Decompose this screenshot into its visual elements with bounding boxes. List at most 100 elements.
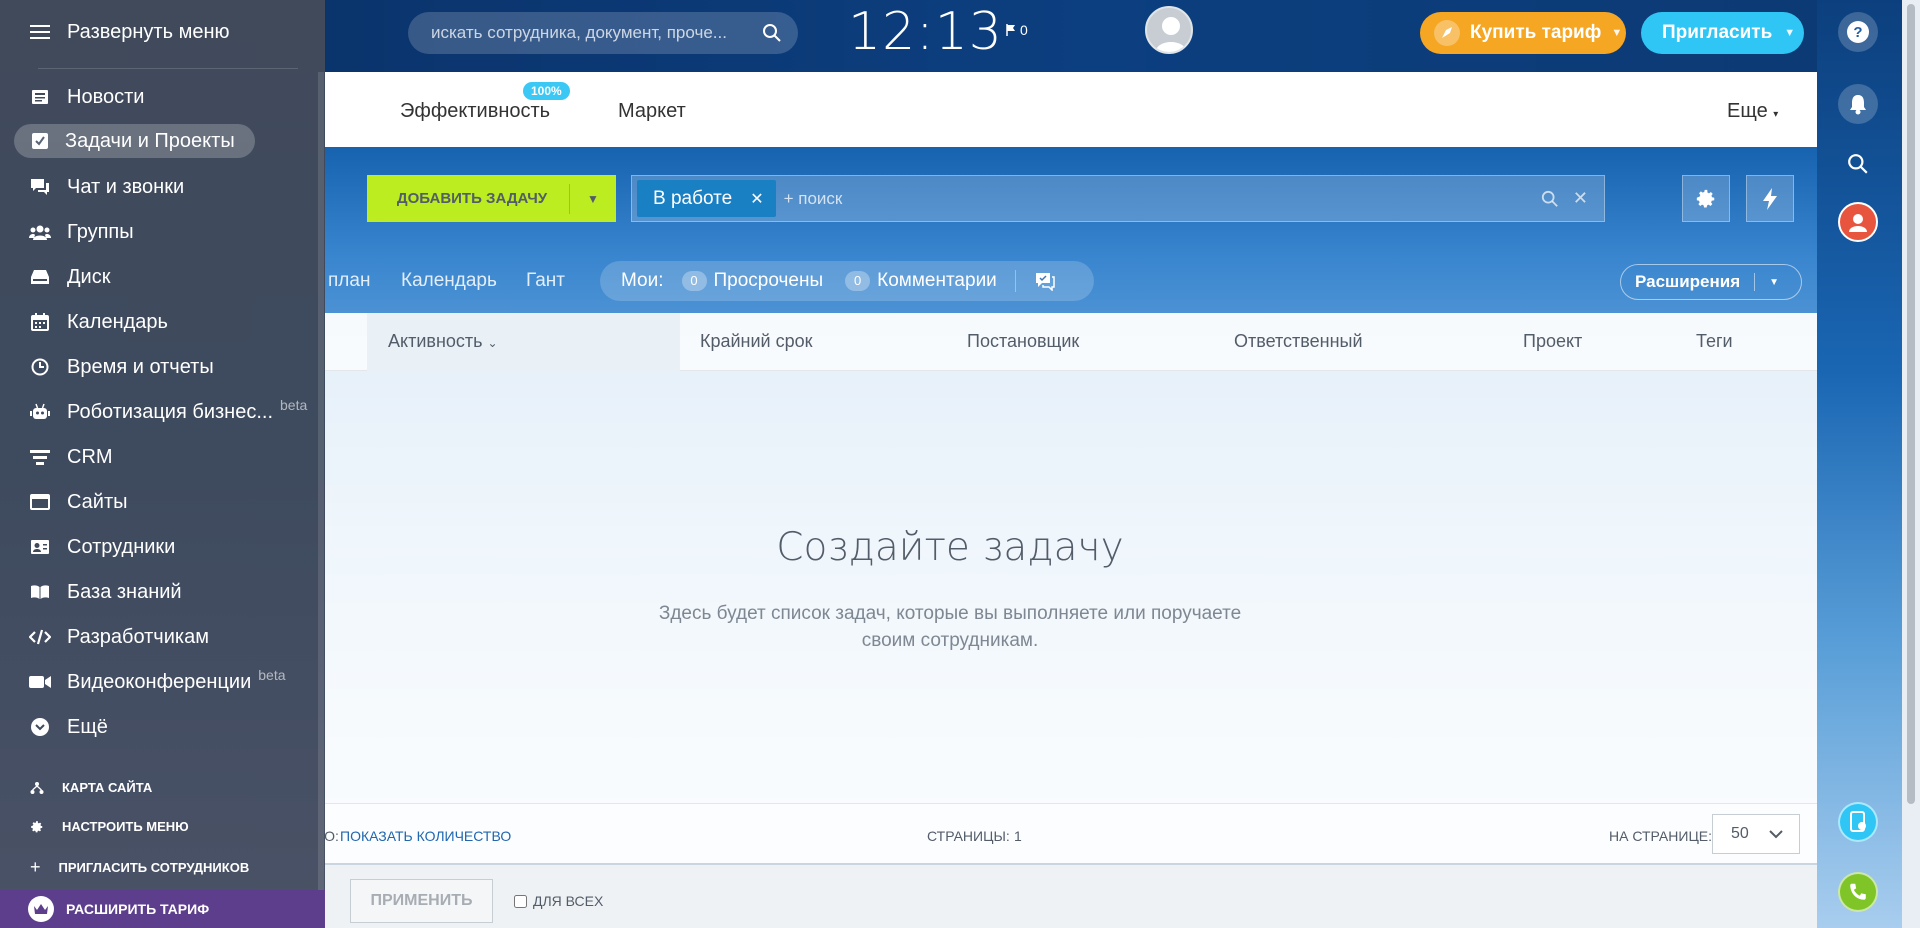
clear-icon[interactable]: ✕ <box>1573 188 1588 209</box>
sidebar-item-chat[interactable]: Чат и звонки <box>0 170 325 204</box>
tab-efficiency[interactable]: Эффективность <box>400 100 550 123</box>
help-button[interactable]: ? <box>1838 12 1878 52</box>
menu-scrollbar[interactable] <box>318 72 324 917</box>
sidebar-item-label: Время и отчеты <box>67 355 214 378</box>
tab-market[interactable]: Маркет <box>618 100 686 123</box>
page-scrollbar[interactable] <box>1902 0 1920 928</box>
sidebar-item-more[interactable]: Ещё <box>0 710 325 744</box>
sidebar-item-clock[interactable]: Время и отчеты <box>0 350 325 384</box>
extensions-button[interactable]: Расширения ▼ <box>1620 264 1802 300</box>
sidebar-item-label: Чат и звонки <box>67 175 185 198</box>
sidebar-item-calendar[interactable]: Календарь <box>0 305 325 339</box>
efficiency-badge: 100% <box>523 82 570 100</box>
for-all-label: ДЛЯ ВСЕХ <box>533 893 604 909</box>
calendar-icon <box>29 311 51 333</box>
view-gantt[interactable]: Гант <box>526 270 565 292</box>
sidebar-item-news[interactable]: Новости <box>0 80 325 114</box>
sidebar-item-video[interactable]: Видеоконференции beta <box>0 665 325 699</box>
invite-label: Пригласить <box>1662 22 1773 43</box>
settings-button[interactable] <box>1682 175 1730 222</box>
overdue-label: Просрочены <box>713 270 824 291</box>
for-all-checkbox-label[interactable]: ДЛЯ ВСЕХ <box>514 893 603 909</box>
comments-counter[interactable]: 0 Комментарии <box>845 270 997 292</box>
buy-tariff-label: Купить тариф <box>1470 22 1602 43</box>
menu-toggle[interactable]: Развернуть меню <box>0 15 325 49</box>
search-icon[interactable] <box>762 23 782 43</box>
sidebar-item-crm[interactable]: CRM <box>0 440 325 474</box>
sitemap-link[interactable]: КАРТА САЙТА <box>30 780 152 795</box>
quick-action-button[interactable] <box>1746 175 1794 222</box>
beta-badge: beta <box>258 667 286 683</box>
user-avatar[interactable] <box>1145 6 1193 54</box>
buy-tariff-button[interactable]: Купить тариф ▼ <box>1420 12 1626 54</box>
filter-search-input[interactable] <box>775 188 1541 209</box>
apply-button[interactable]: ПРИМЕНИТЬ <box>350 879 493 923</box>
column-responsible[interactable]: Ответственный <box>1234 331 1363 352</box>
lightning-icon <box>1761 187 1779 210</box>
left-menu: Развернуть меню Новости Задачи и Проекты Ч… <box>0 0 325 928</box>
call-button[interactable] <box>1838 872 1878 912</box>
sidebar-item-code[interactable]: Разработчикам <box>0 620 325 654</box>
employees-icon <box>29 536 51 558</box>
invite-button[interactable]: Пригласить ▼ <box>1641 12 1804 54</box>
sidebar-item-label: Роботизация бизнес... <box>67 400 273 423</box>
configure-menu-label: НАСТРОИТЬ МЕНЮ <box>62 819 189 834</box>
device-icon <box>1848 811 1868 833</box>
global-search-input[interactable] <box>431 23 762 43</box>
for-all-checkbox[interactable] <box>514 894 527 908</box>
filter-chip[interactable]: В работе ✕ <box>637 180 776 217</box>
column-creator[interactable]: Постановщик <box>967 331 1079 352</box>
disk-icon <box>29 266 51 288</box>
sidebar-item-disk[interactable]: Диск <box>0 260 325 294</box>
help-icon: ? <box>1847 21 1869 43</box>
column-tags[interactable]: Теги <box>1696 331 1733 352</box>
hamburger-icon <box>29 21 51 43</box>
upgrade-tariff-label: РАСШИРИТЬ ТАРИФ <box>66 901 210 917</box>
upgrade-tariff-button[interactable]: РАСШИРИТЬ ТАРИФ <box>0 890 325 928</box>
more-icon <box>29 716 51 738</box>
pages-value[interactable]: 1 <box>1014 828 1022 844</box>
notifications-button[interactable] <box>1838 84 1878 124</box>
column-deadline[interactable]: Крайний срок <box>700 331 813 352</box>
global-search[interactable] <box>408 12 798 54</box>
flag-counter[interactable]: 0 <box>1006 22 1028 38</box>
sidebar-item-label: Разработчикам <box>67 625 209 648</box>
sidebar-item-knowledge[interactable]: База знаний <box>0 575 325 609</box>
chevron-down-icon[interactable]: ▼ <box>570 192 616 206</box>
sidebar-item-label: Сайты <box>67 490 128 513</box>
sidebar-item-tasks[interactable]: Задачи и Проекты <box>0 124 325 158</box>
scrollbar-thumb[interactable] <box>1907 4 1915 804</box>
clock-icon <box>29 356 51 378</box>
show-count-link[interactable]: ПОКАЗАТЬ КОЛИЧЕСТВО <box>340 828 511 844</box>
rocket-icon <box>1434 20 1460 46</box>
mine-label: Мои: <box>621 270 664 291</box>
gear-icon <box>1695 188 1717 210</box>
sidebar-item-sites[interactable]: Сайты <box>0 485 325 519</box>
tab-more[interactable]: Еще ▾ <box>1727 100 1778 123</box>
view-calendar[interactable]: Календарь <box>401 270 497 292</box>
gear-icon <box>30 820 44 834</box>
search-button[interactable] <box>1838 144 1878 184</box>
chat-read-icon[interactable] <box>1034 271 1056 291</box>
empty-state-text: Здесь будет список задач, которые вы вып… <box>658 603 1242 651</box>
chevron-down-icon: ▼ <box>1784 27 1796 39</box>
per-page-label: НА СТРАНИЦЕ: <box>1609 828 1713 844</box>
column-activity[interactable]: Активность ⌄ <box>388 331 498 352</box>
close-icon[interactable]: ✕ <box>750 189 763 209</box>
add-task-button[interactable]: ДОБАВИТЬ ЗАДАЧУ ▼ <box>367 175 616 222</box>
invite-employees-link[interactable]: + ПРИГЛАСИТЬ СОТРУДНИКОВ <box>30 857 249 878</box>
sidebar-item-groups[interactable]: Группы <box>0 215 325 249</box>
search-icon[interactable] <box>1541 190 1559 208</box>
per-page-select[interactable]: 50 <box>1712 814 1800 854</box>
sidebar-item-robot[interactable]: Роботизация бизнес... beta <box>0 395 325 429</box>
column-project[interactable]: Проект <box>1523 331 1582 352</box>
overdue-counter[interactable]: 0 Просрочены <box>681 270 824 292</box>
open-lines-button[interactable] <box>1838 802 1878 842</box>
sidebar-item-label: База знаний <box>67 580 182 603</box>
chevron-down-icon: ▼ <box>1769 276 1780 288</box>
view-plan[interactable]: план <box>328 270 370 292</box>
user-profile-button[interactable] <box>1838 202 1878 242</box>
configure-menu-link[interactable]: НАСТРОИТЬ МЕНЮ <box>30 819 189 834</box>
sidebar-item-employees[interactable]: Сотрудники <box>0 530 325 564</box>
task-filter[interactable]: В работе ✕ ✕ <box>631 175 1605 222</box>
